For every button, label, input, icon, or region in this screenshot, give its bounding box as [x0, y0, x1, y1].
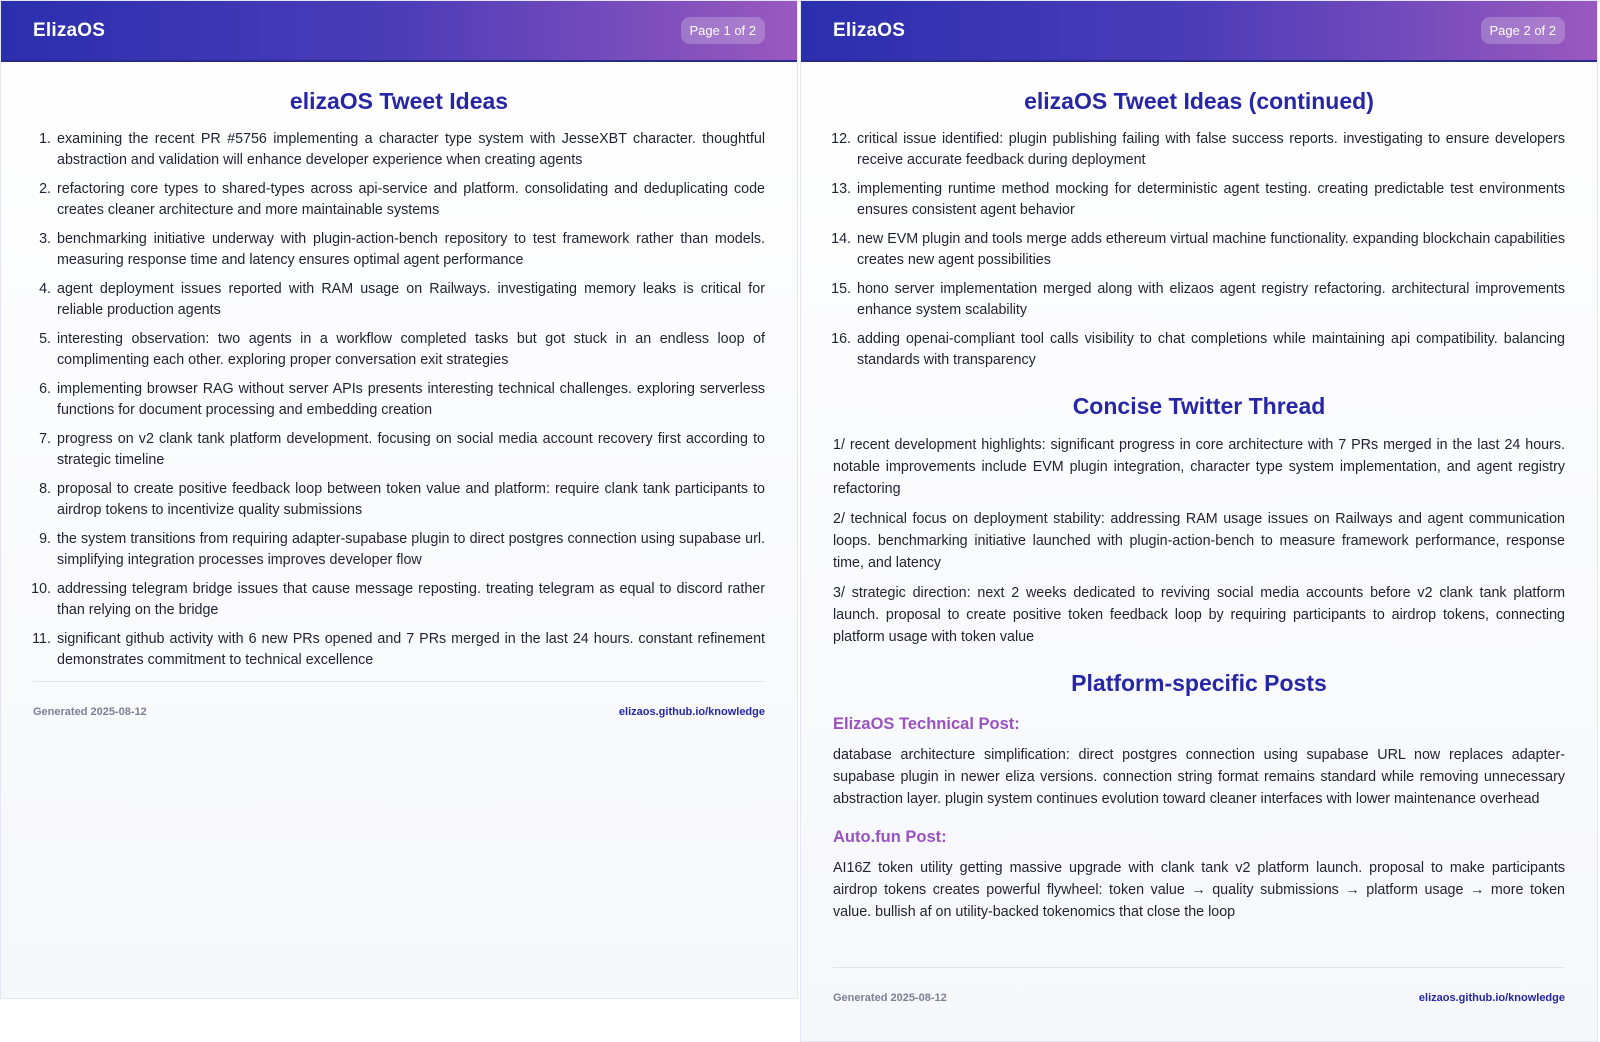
- tweet-idea-item: 9. the system transitions from requiring …: [33, 529, 765, 571]
- item-text: hono server implementation merged along …: [857, 281, 1565, 318]
- tweet-idea-item: 3. benchmarking initiative underway with …: [33, 229, 765, 271]
- page-number-badge: Page 1 of 2: [680, 17, 765, 44]
- item-number: 5.: [39, 331, 51, 347]
- thread-post: 3/ strategic direction: next 2 weeks ded…: [833, 585, 1565, 645]
- autofun-post-text: AI16Z token utility getting massive upgr…: [833, 860, 1565, 920]
- brand-logo: ElizaOS: [833, 19, 906, 41]
- item-text: critical issue identified: plugin publis…: [857, 131, 1565, 168]
- item-number: 13.: [831, 181, 851, 197]
- document-page-1: ElizaOS Page 1 of 2 elizaOS Tweet Ideas …: [0, 0, 798, 999]
- page-footer: Generated 2025-08-12 elizaos.github.io/k…: [33, 681, 765, 718]
- item-text: addressing telegram bridge issues that c…: [57, 581, 765, 618]
- item-text: examining the recent PR #5756 implementi…: [57, 131, 765, 168]
- item-text: the system transitions from requiring ad…: [57, 531, 765, 568]
- tweet-idea-item: 2. refactoring core types to shared-types…: [33, 179, 765, 221]
- tweet-idea-item: 5. interesting observation: two agents in…: [33, 329, 765, 371]
- item-number: 10.: [31, 581, 51, 597]
- tweet-idea-item: 16. adding openai-compliant tool calls vi…: [831, 329, 1565, 371]
- page-footer: Generated 2025-08-12 elizaos.github.io/k…: [833, 967, 1565, 1004]
- page-header: ElizaOS Page 1 of 2: [1, 1, 797, 62]
- item-number: 16.: [831, 331, 851, 347]
- item-number: 15.: [831, 281, 851, 297]
- item-text: interesting observation: two agents in a…: [57, 331, 765, 368]
- page-header: ElizaOS Page 2 of 2: [801, 1, 1597, 62]
- page-title: elizaOS Tweet Ideas (continued): [1024, 88, 1374, 114]
- tweet-ideas-list: 12. critical issue identified: plugin pub…: [831, 129, 1565, 371]
- generated-date: Generated 2025-08-12: [833, 992, 947, 1004]
- tweet-idea-item: 15. hono server implementation merged alo…: [831, 279, 1565, 321]
- page-title: elizaOS Tweet Ideas: [289, 88, 509, 114]
- item-text: significant github activity with 6 new P…: [57, 631, 765, 668]
- tweet-idea-item: 13. implementing runtime method mocking f…: [831, 179, 1565, 221]
- tweet-idea-item: 11. significant github activity with 6 ne…: [32, 629, 765, 671]
- thread-post: 2/ technical focus on deployment stabili…: [833, 511, 1565, 571]
- section-title-thread: Concise Twitter Thread: [1072, 393, 1326, 419]
- subheading-technical-post: ElizaOS Technical Post:: [833, 715, 1020, 733]
- page-content: elizaOS Tweet Ideas (continued) 12. criti…: [801, 62, 1597, 923]
- item-text: agent deployment issues reported with RA…: [57, 281, 765, 318]
- item-number: 8.: [39, 481, 51, 497]
- tweet-idea-item: 14. new EVM plugin and tools merge adds e…: [831, 229, 1565, 271]
- item-number: 12.: [831, 131, 851, 147]
- brand-logo: ElizaOS: [33, 19, 106, 41]
- item-number: 11.: [32, 631, 51, 647]
- knowledge-link[interactable]: elizaos.github.io/knowledge: [1419, 992, 1565, 1004]
- technical-post-text: database architecture simplification: di…: [833, 747, 1565, 807]
- tweet-idea-item: 1. examining the recent PR #5756 implemen…: [33, 129, 765, 171]
- subheading-autofun-post: Auto.fun Post:: [833, 828, 947, 846]
- item-number: 1.: [39, 131, 51, 147]
- item-text: new EVM plugin and tools merge adds ethe…: [857, 231, 1565, 268]
- item-text: refactoring core types to shared-types a…: [57, 181, 765, 218]
- section-title-platform: Platform-specific Posts: [1071, 670, 1327, 696]
- tweet-idea-item: 12. critical issue identified: plugin pub…: [831, 129, 1565, 171]
- thread-post: 1/ recent development highlights: signif…: [833, 437, 1565, 497]
- tweet-ideas-list: 1. examining the recent PR #5756 implemen…: [31, 129, 765, 671]
- item-number: 6.: [39, 381, 51, 397]
- tweet-idea-item: 7. progress on v2 clank tank platform dev…: [33, 429, 765, 471]
- item-number: 2.: [39, 181, 51, 197]
- item-text: adding openai-compliant tool calls visib…: [857, 331, 1565, 368]
- tweet-idea-item: 10. addressing telegram bridge issues tha…: [31, 579, 765, 621]
- item-number: 9.: [39, 531, 51, 547]
- document-page-2: ElizaOS Page 2 of 2 elizaOS Tweet Ideas …: [800, 0, 1598, 1042]
- page-number-badge: Page 2 of 2: [1480, 17, 1565, 44]
- item-number: 7.: [39, 431, 51, 447]
- item-number: 3.: [39, 231, 51, 247]
- page-content: elizaOS Tweet Ideas 1. examining the rece…: [1, 62, 797, 671]
- item-text: proposal to create positive feedback loo…: [57, 481, 765, 518]
- item-text: benchmarking initiative underway with pl…: [57, 231, 765, 268]
- generated-date: Generated 2025-08-12: [33, 706, 147, 718]
- item-number: 4.: [39, 281, 51, 297]
- tweet-idea-item: 4. agent deployment issues reported with …: [33, 279, 765, 321]
- item-text: implementing runtime method mocking for …: [857, 181, 1565, 218]
- item-text: progress on v2 clank tank platform devel…: [57, 431, 765, 468]
- tweet-idea-item: 8. proposal to create positive feedback l…: [33, 479, 765, 521]
- tweet-idea-item: 6. implementing browser RAG without serve…: [33, 379, 765, 421]
- item-number: 14.: [831, 231, 851, 247]
- knowledge-link[interactable]: elizaos.github.io/knowledge: [619, 706, 765, 718]
- item-text: implementing browser RAG without server …: [57, 381, 765, 418]
